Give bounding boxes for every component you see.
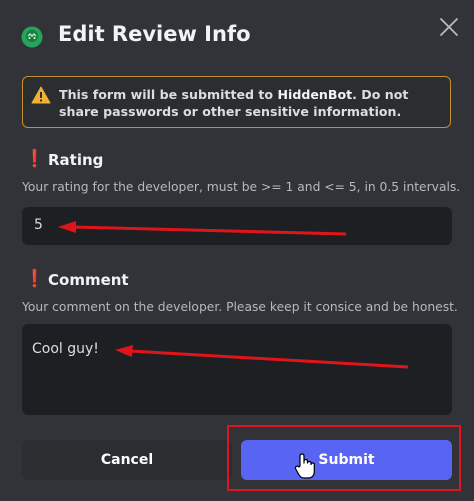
comment-label: Comment [48,271,129,289]
notice-text: This form will be submitted to HiddenBot… [59,87,409,119]
hand-pointer-icon [294,453,315,479]
rating-description: Your rating for the developer, must be >… [22,180,461,194]
comment-description: Your comment on the developer. Please ke… [22,300,458,314]
warning-triangle-icon [31,86,51,104]
modal-title: Edit Review Info [58,22,251,46]
edit-review-modal: Edit Review Info This form will be submi… [0,0,474,501]
notice-target: HiddenBot [277,87,353,102]
cancel-button[interactable]: Cancel [22,440,232,480]
required-mark-rating: ❗ [24,149,46,169]
submission-notice: This form will be submitted to HiddenBot… [22,76,451,128]
comment-textarea[interactable]: Cool guy! [22,324,452,415]
submit-highlight-annotation [227,425,461,491]
bot-avatar-icon [21,26,43,48]
rating-input[interactable]: 5 [22,207,452,245]
close-icon[interactable] [438,16,460,38]
required-mark-comment: ❗ [24,269,46,289]
rating-label: Rating [48,151,104,169]
